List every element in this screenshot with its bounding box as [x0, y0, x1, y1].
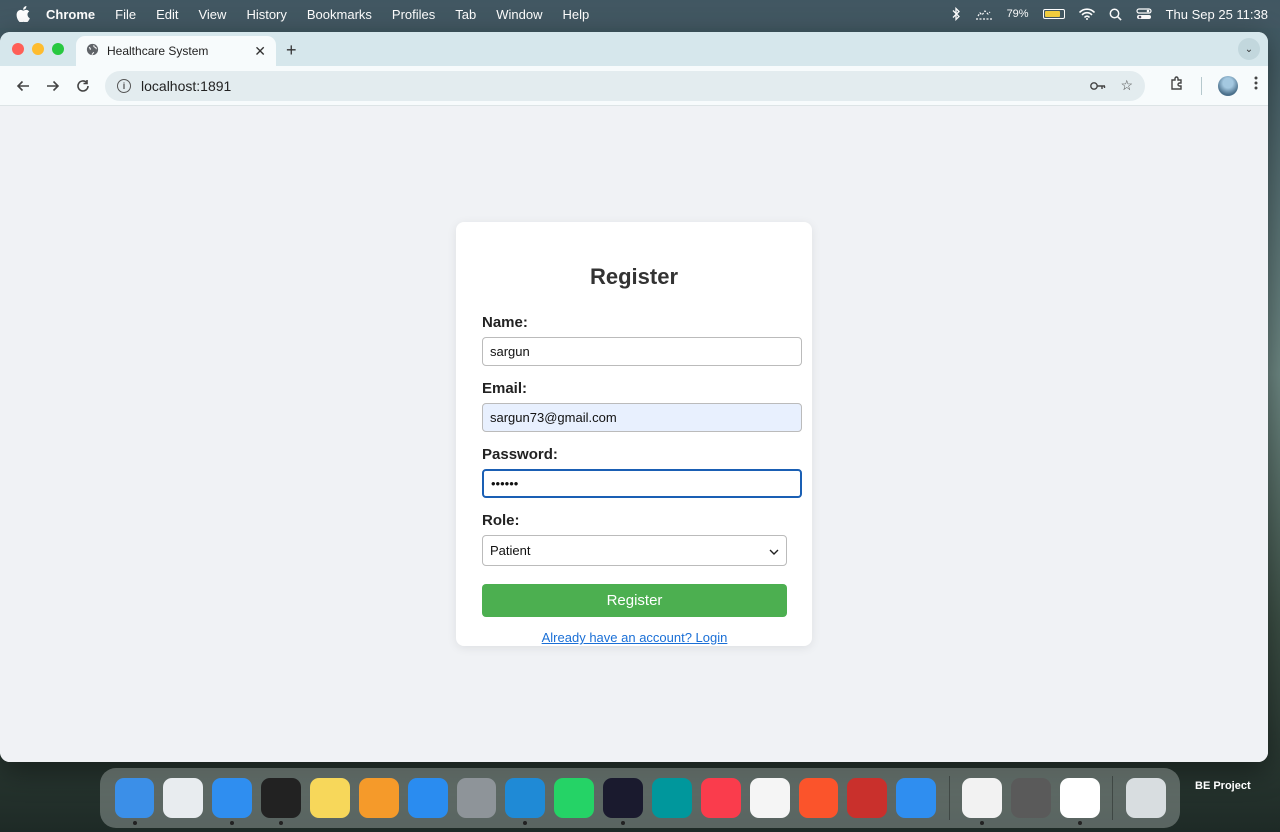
- running-indicator: [980, 821, 985, 825]
- page-title: Register: [589, 264, 679, 289]
- running-indicator: [230, 821, 235, 825]
- finder-icon[interactable]: [114, 778, 155, 825]
- tab-search-chevron-icon[interactable]: ⌄: [1238, 38, 1260, 60]
- browser-toolbar: i localhost:1891 ☆: [0, 66, 1268, 106]
- safari-icon[interactable]: [212, 778, 253, 825]
- email-label: Email:: [482, 380, 528, 397]
- zoom-window-button[interactable]: [52, 43, 64, 55]
- email-field[interactable]: [482, 403, 802, 432]
- running-indicator: [1077, 821, 1082, 825]
- app-store-icon[interactable]: [407, 778, 448, 818]
- bookmark-star-icon[interactable]: ☆: [1120, 77, 1133, 94]
- password-key-icon[interactable]: [1090, 78, 1106, 94]
- calculator-icon[interactable]: [1010, 778, 1051, 818]
- bluetooth-icon[interactable]: [951, 7, 961, 21]
- role-select[interactable]: Patient: [482, 535, 787, 566]
- notes-icon[interactable]: [309, 778, 350, 818]
- desktop-folder-label[interactable]: BE Project: [1195, 780, 1251, 792]
- battery-percent: 79%: [1006, 8, 1029, 20]
- menu-bar: Chrome File Edit View History Bookmarks …: [0, 0, 1280, 28]
- menu-history[interactable]: History: [246, 7, 286, 22]
- dock: [100, 768, 1180, 828]
- chevron-down-icon: [769, 543, 779, 558]
- profile-avatar[interactable]: [1218, 75, 1239, 96]
- whatsapp-icon[interactable]: [554, 778, 595, 818]
- keynote-icon[interactable]: [896, 778, 937, 818]
- toolbar-divider: [1201, 76, 1203, 95]
- menu-edit[interactable]: Edit: [156, 7, 178, 22]
- running-indicator: [132, 821, 137, 825]
- arduino-icon[interactable]: [651, 778, 692, 818]
- window-controls: [12, 43, 64, 55]
- trash-icon[interactable]: [1125, 778, 1166, 818]
- tab-title: Healthcare System: [107, 44, 209, 58]
- dock-separator: [948, 776, 950, 820]
- vscode-icon[interactable]: [505, 778, 546, 825]
- brave-icon[interactable]: [798, 778, 839, 818]
- name-label: Name:: [482, 314, 528, 331]
- running-indicator: [621, 821, 626, 825]
- menu-window[interactable]: Window: [496, 7, 542, 22]
- password-label: Password:: [482, 446, 558, 463]
- apple-icon[interactable]: [16, 6, 32, 22]
- new-tab-icon[interactable]: +: [286, 40, 297, 61]
- pages-icon[interactable]: [358, 778, 399, 818]
- wifi-icon[interactable]: [1078, 8, 1095, 20]
- register-card: Register Name: Email: Password: Role: Pa…: [456, 222, 812, 646]
- role-label: Role:: [482, 512, 520, 529]
- forward-arrow-icon[interactable]: [40, 72, 67, 100]
- menu-app-name[interactable]: Chrome: [46, 7, 95, 22]
- back-arrow-icon[interactable]: [10, 72, 37, 100]
- register-button[interactable]: Register: [482, 584, 787, 617]
- close-window-button[interactable]: [12, 43, 24, 55]
- menu-file[interactable]: File: [115, 7, 136, 22]
- name-field[interactable]: [482, 337, 802, 366]
- photos-icon[interactable]: [749, 778, 790, 818]
- reload-icon[interactable]: [69, 72, 96, 100]
- close-tab-icon[interactable]: ✕: [254, 43, 266, 60]
- menu-bookmarks[interactable]: Bookmarks: [307, 7, 372, 22]
- system-settings-icon[interactable]: [456, 778, 497, 818]
- running-indicator: [523, 821, 528, 825]
- password-field[interactable]: [482, 469, 802, 498]
- menu-profiles[interactable]: Profiles: [392, 7, 435, 22]
- login-link[interactable]: Already have an account? Login: [482, 630, 787, 645]
- running-indicator: [279, 821, 284, 825]
- more-menu-icon[interactable]: [1254, 76, 1258, 95]
- display-icon[interactable]: [975, 8, 993, 20]
- mongodb-compass-icon[interactable]: [1059, 778, 1100, 825]
- menu-tab[interactable]: Tab: [455, 7, 476, 22]
- url-text[interactable]: localhost:1891: [141, 78, 1076, 94]
- extensions-puzzle-icon[interactable]: [1169, 75, 1185, 96]
- minimize-window-button[interactable]: [32, 43, 44, 55]
- battery-icon[interactable]: [1042, 9, 1065, 19]
- terminal-icon[interactable]: [261, 778, 301, 825]
- chrome-icon[interactable]: [962, 778, 1002, 825]
- menu-help[interactable]: Help: [563, 7, 590, 22]
- music-icon[interactable]: [700, 778, 741, 818]
- menubar-clock[interactable]: Thu Sep 25 11:38: [1166, 7, 1268, 22]
- spotlight-search-icon[interactable]: [1109, 8, 1122, 21]
- role-selected-value: Patient: [490, 543, 531, 558]
- control-center-icon[interactable]: [1135, 8, 1152, 20]
- browser-window: Healthcare System ✕ + ⌄ i localhost:1891…: [0, 32, 1268, 762]
- tab-healthcare-system[interactable]: Healthcare System ✕: [76, 36, 276, 66]
- intellij-icon[interactable]: [603, 778, 643, 825]
- page-content: Register Name: Email: Password: Role: Pa…: [0, 106, 1268, 762]
- menu-view[interactable]: View: [198, 7, 226, 22]
- launchpad-icon[interactable]: [163, 778, 204, 818]
- globe-icon: [86, 43, 99, 59]
- site-info-icon[interactable]: i: [117, 78, 132, 93]
- address-bar[interactable]: i localhost:1891 ☆: [105, 70, 1146, 101]
- tab-bar: Healthcare System ✕ + ⌄: [0, 32, 1268, 66]
- dock-separator: [1112, 776, 1114, 820]
- flashcards-icon[interactable]: [847, 778, 888, 818]
